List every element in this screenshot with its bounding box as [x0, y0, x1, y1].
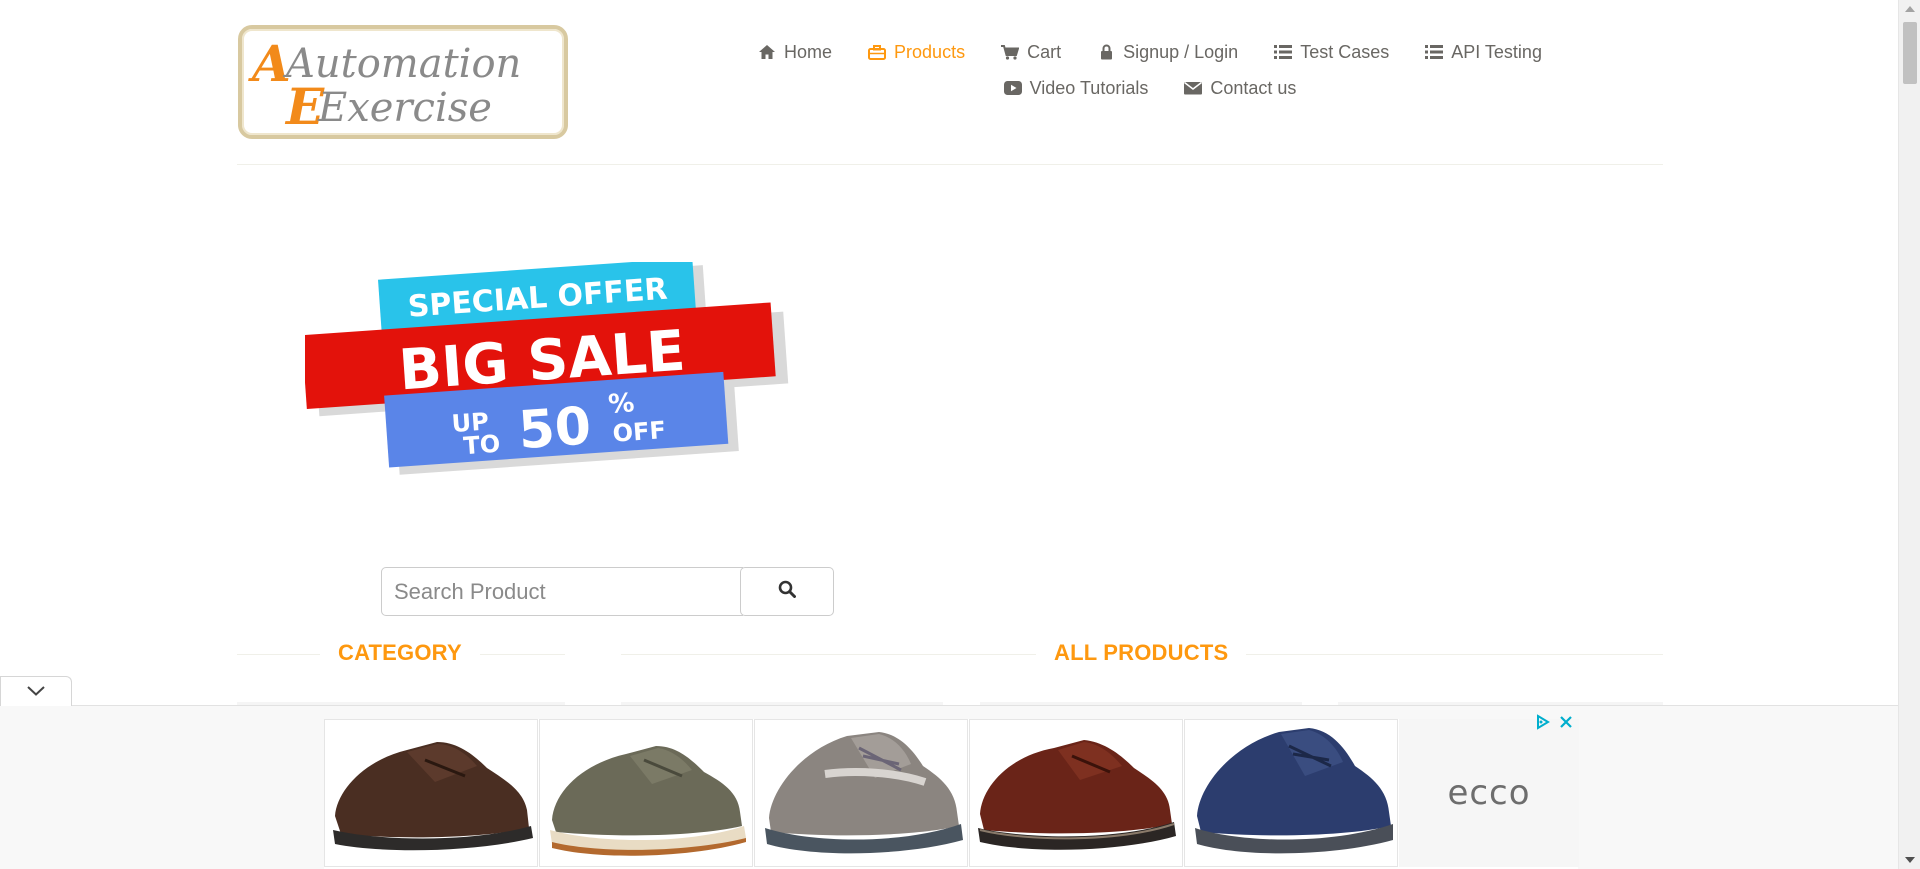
banner-percent: 50: [517, 396, 593, 461]
nav-signup-login[interactable]: Signup / Login: [1079, 42, 1256, 63]
ad-close-icon[interactable]: [1559, 715, 1573, 729]
header-divider: [237, 164, 1663, 165]
nav-contact-us[interactable]: Contact us: [1166, 78, 1314, 99]
nav-video-label: Video Tutorials: [1029, 77, 1149, 98]
scroll-thumb[interactable]: [1903, 22, 1917, 84]
banner-off: OFF: [612, 416, 667, 448]
main-nav: Home Products Cart Signup / Login Test C…: [700, 34, 1600, 106]
banner-percent-sign: %: [607, 388, 635, 420]
search-button[interactable]: [740, 567, 834, 616]
category-title: CATEGORY: [320, 640, 480, 666]
page-scrollbar[interactable]: [1898, 0, 1920, 869]
nav-products[interactable]: Products: [850, 42, 983, 63]
ad-brand-logo[interactable]: ecco: [1399, 719, 1579, 867]
nav-home[interactable]: Home: [740, 42, 850, 63]
search-icon: [778, 580, 796, 603]
nav-contact-label: Contact us: [1210, 77, 1297, 98]
nav-home-label: Home: [784, 41, 833, 62]
youtube-icon: [1003, 79, 1022, 97]
nav-cart[interactable]: Cart: [983, 42, 1079, 63]
envelope-icon: [1184, 79, 1203, 97]
scroll-down-arrow-icon[interactable]: [1905, 857, 1915, 863]
ad-brand-text: ecco: [1447, 773, 1531, 813]
ad-product-cognac-shoe[interactable]: [969, 719, 1183, 867]
nav-video-tutorials[interactable]: Video Tutorials: [986, 78, 1167, 99]
banner-to: TO: [462, 430, 501, 460]
nav-row-secondary: Video Tutorials Contact us: [700, 70, 1600, 106]
scroll-up-arrow-icon[interactable]: [1905, 6, 1915, 12]
nav-products-label: Products: [894, 41, 966, 62]
ad-product-navy-sneaker[interactable]: [1184, 719, 1398, 867]
ad-product-brown-shoe[interactable]: [324, 719, 538, 867]
bottom-ad-banner: ecco: [0, 705, 1898, 869]
nav-test-cases[interactable]: Test Cases: [1256, 42, 1407, 63]
ad-choices: [1535, 714, 1573, 730]
lock-icon: [1097, 43, 1115, 61]
site-header: A Automation E Exercise Home Products Ca…: [0, 0, 1898, 166]
all-products-title: ALL PRODUCTS: [1036, 640, 1247, 666]
logo-line2: Exercise: [317, 85, 492, 131]
search-input[interactable]: [381, 567, 743, 616]
nav-api-testing-label: API Testing: [1451, 41, 1542, 62]
nav-row-primary: Home Products Cart Signup / Login Test C…: [700, 34, 1600, 70]
ad-product-olive-shoe[interactable]: [539, 719, 753, 867]
ad-product-strip: ecco: [324, 719, 1579, 869]
list-icon: [1274, 43, 1293, 61]
ad-collapse-button[interactable]: [0, 676, 72, 706]
nav-cart-label: Cart: [1027, 41, 1062, 62]
adchoices-icon[interactable]: [1535, 714, 1551, 730]
nav-signup-label: Signup / Login: [1123, 41, 1239, 62]
chevron-down-icon: [27, 683, 45, 701]
nav-api-testing[interactable]: API Testing: [1407, 42, 1560, 63]
home-icon: [758, 43, 776, 61]
nav-test-cases-label: Test Cases: [1300, 41, 1390, 62]
cart-icon: [1001, 43, 1020, 61]
list-icon: [1425, 43, 1444, 61]
ad-product-grey-sneaker[interactable]: [754, 719, 968, 867]
product-search: [381, 567, 834, 616]
briefcase-icon: [868, 43, 887, 61]
svg-text:A: A: [248, 34, 291, 93]
sale-banner[interactable]: SPECIAL OFFER BIG SALE UP TO 50 % OFF: [301, 257, 795, 487]
site-logo[interactable]: A Automation E Exercise: [238, 25, 568, 139]
